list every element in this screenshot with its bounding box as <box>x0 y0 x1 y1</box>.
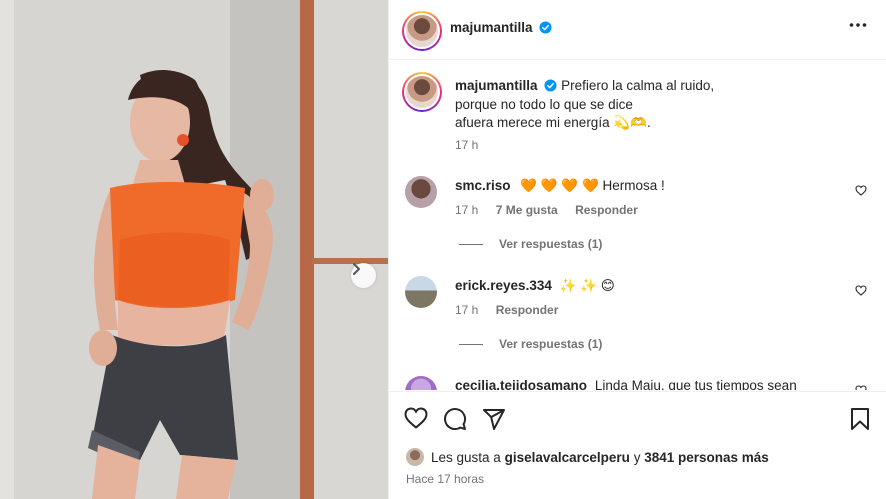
caption-line-3: afuera merece mi energía 💫🫶. <box>455 115 651 130</box>
comment-time[interactable]: 17 h <box>455 303 478 317</box>
comment-meta: 17 h 7 Me gusta Responder <box>455 203 652 217</box>
likes-prefix: Les gusta a <box>431 449 501 465</box>
post-actions: Les gusta a giselavalcarcelperu y 3841 p… <box>389 391 886 499</box>
verified-badge-icon <box>544 79 557 92</box>
comment-like-icon[interactable] <box>855 185 867 196</box>
comment: erick.reyes.334 ✨ ✨ 😊 <box>455 278 615 294</box>
comment-likes[interactable]: 7 Me gusta <box>496 203 558 217</box>
commenter-avatar[interactable] <box>405 376 437 390</box>
comment-text: 🧡 🧡 🧡 🧡 Hermosa ! <box>520 178 665 193</box>
like-icon[interactable] <box>404 407 428 429</box>
comment-like-icon[interactable] <box>855 385 867 390</box>
comment-username[interactable]: smc.riso <box>455 178 511 193</box>
photo-illustration <box>0 0 388 499</box>
liked-by-username[interactable]: giselavalcarcelperu <box>505 450 630 465</box>
caption: majumantilla Prefiero la calma al ruido,… <box>455 77 755 133</box>
comment-like-icon[interactable] <box>855 285 867 296</box>
caption-username[interactable]: majumantilla <box>455 78 538 93</box>
comment-username[interactable]: erick.reyes.334 <box>455 278 552 293</box>
caption-avatar[interactable] <box>402 72 442 112</box>
comment-meta: 17 h Responder <box>455 303 572 317</box>
post-details-panel: majumantilla majumantilla Prefiero la ca… <box>388 0 886 499</box>
reply-button[interactable]: Responder <box>575 203 638 217</box>
likes-count[interactable]: 3841 personas más <box>644 450 769 465</box>
comment-icon[interactable] <box>443 407 467 431</box>
commenter-avatar[interactable] <box>405 276 437 308</box>
author-avatar[interactable] <box>402 11 442 51</box>
view-replies-button[interactable]: Ver respuestas (1) <box>459 237 602 251</box>
comment-time[interactable]: 17 h <box>455 203 478 217</box>
verified-badge-icon <box>539 21 552 34</box>
caption-line-2: porque no todo lo que se dice <box>455 96 633 112</box>
comments-list[interactable]: majumantilla Prefiero la calma al ruido,… <box>389 61 886 390</box>
liker-avatar <box>406 448 424 466</box>
comment: smc.riso 🧡 🧡 🧡 🧡 Hermosa ! <box>455 178 665 194</box>
view-replies-button[interactable]: Ver respuestas (1) <box>459 337 602 351</box>
reply-button[interactable]: Responder <box>496 303 559 317</box>
author-username[interactable]: majumantilla <box>450 20 533 35</box>
likes-summary[interactable]: Les gusta a giselavalcarcelperu y 3841 p… <box>406 448 769 466</box>
chevron-right-icon <box>353 263 360 275</box>
save-bookmark-icon[interactable] <box>850 407 870 431</box>
post-photo[interactable] <box>0 0 388 499</box>
author-name: majumantilla <box>450 20 552 35</box>
caption-line-1: Prefiero la calma al ruido, <box>561 78 715 93</box>
comment-username[interactable]: cecilia.tejidosamano <box>455 378 587 390</box>
divider <box>459 243 483 245</box>
comment-text: Linda Maju, que tus tiempos sean <box>594 378 797 390</box>
comment: cecilia.tejidosamano Linda Maju, que tus… <box>455 378 797 390</box>
view-replies-label: Ver respuestas (1) <box>499 237 603 251</box>
view-replies-label: Ver respuestas (1) <box>499 337 603 351</box>
caption-timestamp[interactable]: 17 h <box>455 138 478 152</box>
commenter-avatar[interactable] <box>405 176 437 208</box>
comment-text: ✨ ✨ 😊 <box>559 278 615 293</box>
more-options-icon[interactable] <box>849 22 867 28</box>
share-icon[interactable] <box>482 407 506 431</box>
divider <box>459 343 483 345</box>
next-photo-button[interactable] <box>351 263 376 288</box>
post-header: majumantilla <box>389 0 886 60</box>
post-timestamp[interactable]: Hace 17 horas <box>406 472 484 486</box>
post-modal: majumantilla majumantilla Prefiero la ca… <box>0 0 886 499</box>
likes-middle: y <box>633 449 641 465</box>
